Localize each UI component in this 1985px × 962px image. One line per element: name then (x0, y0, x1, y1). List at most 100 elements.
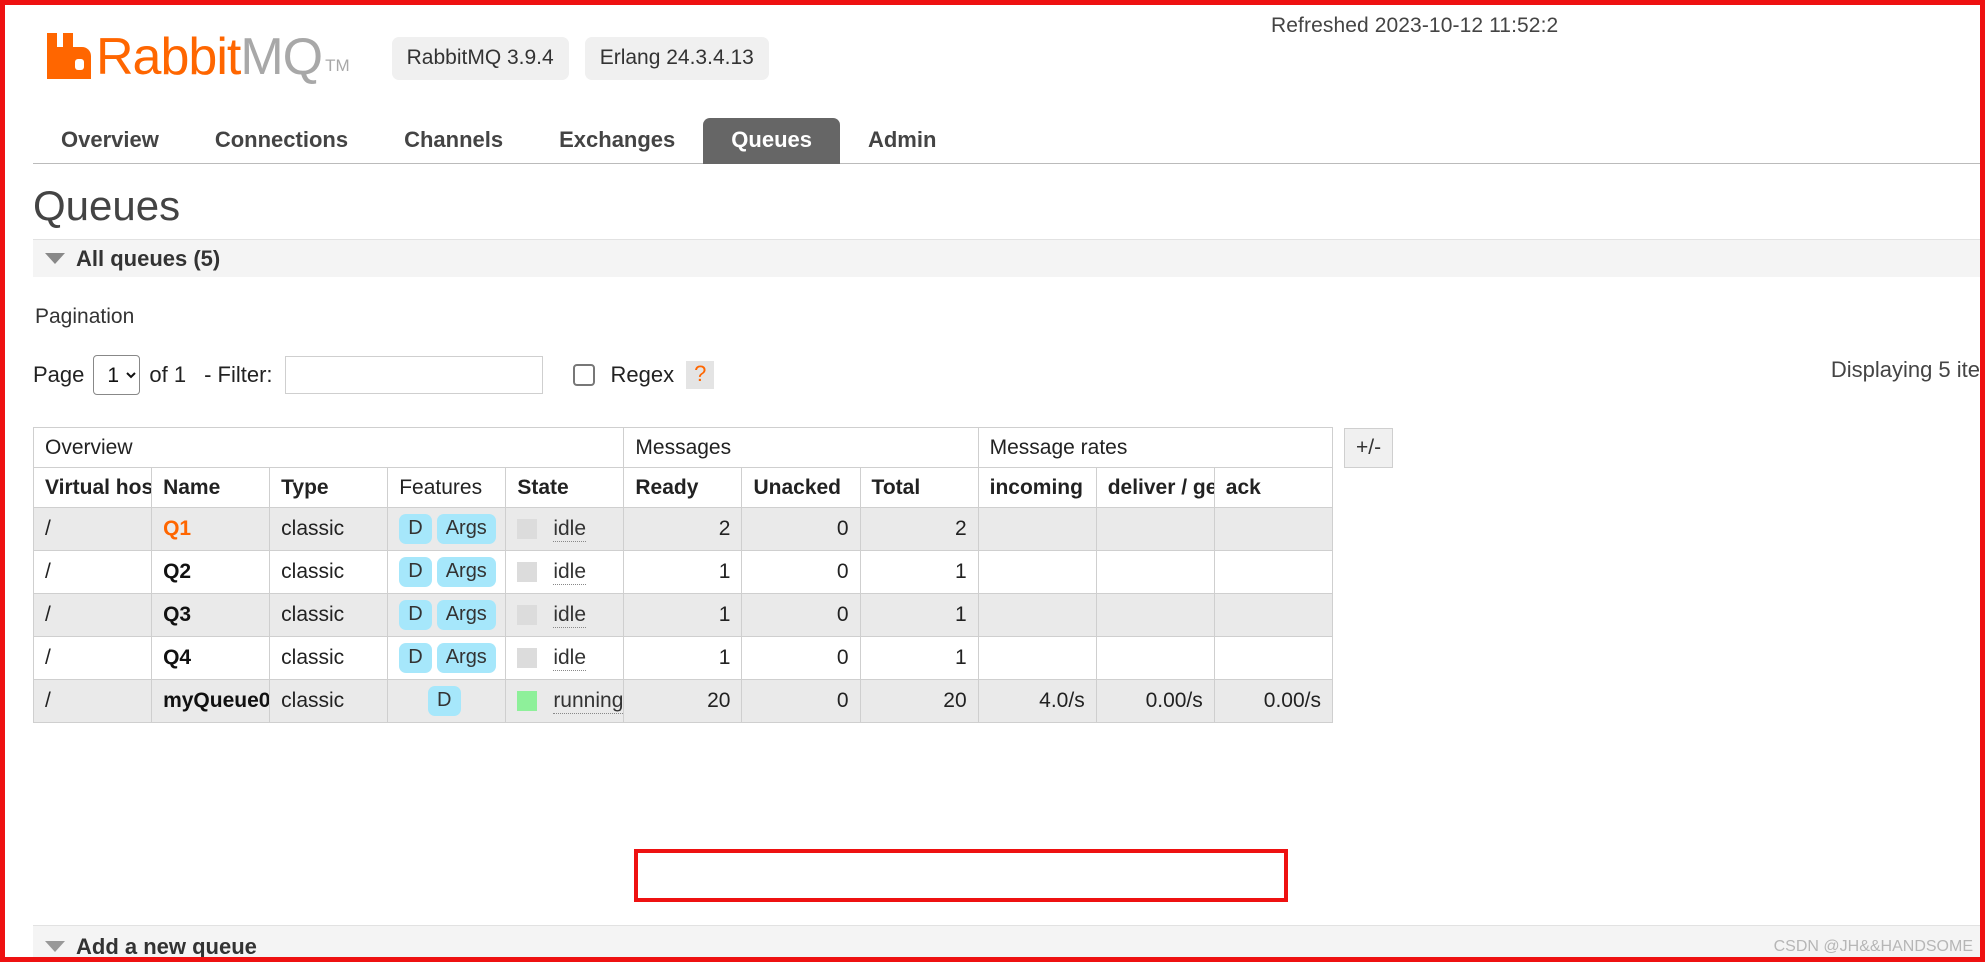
feature-badge-d[interactable]: D (428, 686, 461, 717)
regex-control[interactable]: Regex ? (572, 361, 715, 390)
cell-total: 1 (859, 593, 979, 638)
cell-ready: 1 (623, 593, 743, 638)
regex-checkbox[interactable] (572, 364, 595, 387)
column-header-state[interactable]: State (505, 467, 625, 509)
all-queues-label: All queues (5) (76, 245, 221, 271)
cell-deliver-get: 0.00/s (1095, 679, 1215, 724)
column-header-virtual-host[interactable]: Virtual host (32, 467, 153, 509)
cell-unacked: 0 (741, 679, 861, 724)
rabbitmq-version-badge: RabbitMQ 3.9.4 (391, 36, 569, 80)
cell-ready: 1 (623, 550, 743, 595)
collapse-triangle-icon (45, 253, 65, 265)
cell-type: classic (269, 550, 389, 595)
state-status-icon (517, 605, 538, 626)
table-row: / Q3 classic D Args idle 1 0 1 (32, 593, 1334, 638)
column-header-features: Features (387, 467, 507, 509)
logo-text-mq: MQ (240, 28, 323, 87)
column-header-total[interactable]: Total (859, 467, 979, 509)
table-column-header-row: Virtual host Name Type Features State Ready Un… (32, 467, 1334, 509)
column-header-type[interactable]: Type (269, 467, 389, 509)
feature-badge-args[interactable]: Args (436, 557, 496, 588)
cell-incoming (977, 507, 1097, 552)
state-status-icon (517, 519, 538, 540)
cell-ack: 0.00/s (1213, 679, 1334, 724)
column-header-ack[interactable]: ack (1213, 467, 1334, 509)
column-header-deliver-get[interactable]: deliver / get (1095, 467, 1215, 509)
feature-badge-d[interactable]: D (399, 600, 432, 631)
cell-ready: 20 (623, 679, 743, 724)
rabbitmq-logo[interactable]: Rabbit MQ TM (47, 28, 350, 87)
cell-state: idle (505, 550, 625, 595)
refreshed-timestamp: Refreshed 2023-10-12 11:52:2 (1271, 14, 1559, 37)
cell-virtual-host: / (32, 550, 153, 595)
nav-tab-channels[interactable]: Channels (376, 118, 531, 164)
cell-total: 20 (859, 679, 979, 724)
feature-badge-d[interactable]: D (399, 514, 432, 545)
all-queues-section-header[interactable]: All queues (5) (33, 239, 1980, 278)
state-status-icon (517, 691, 538, 712)
cell-ready: 2 (623, 507, 743, 552)
column-header-name[interactable]: Name (151, 467, 271, 509)
cell-features: D Args (387, 507, 507, 552)
feature-badge-args[interactable]: Args (436, 600, 496, 631)
logo-text-rabbit: Rabbit (96, 28, 241, 87)
displaying-count: Displaying 5 ite (1830, 357, 1980, 383)
nav-tab-connections[interactable]: Connections (187, 118, 376, 164)
column-toggle-button[interactable]: +/- (1344, 428, 1394, 469)
cell-deliver-get (1095, 507, 1215, 552)
filter-input[interactable] (284, 356, 543, 395)
nav-tab-exchanges[interactable]: Exchanges (531, 118, 703, 164)
cell-unacked: 0 (741, 550, 861, 595)
state-label: idle (553, 559, 587, 585)
feature-badge-args[interactable]: Args (436, 643, 496, 674)
cell-state: idle (505, 593, 625, 638)
app-header: Rabbit MQ TM RabbitMQ 3.9.4 Erlang 24.3.… (47, 27, 769, 89)
cell-virtual-host: / (32, 636, 153, 681)
state-indicator: idle (517, 560, 612, 585)
queue-name-link[interactable]: Q3 (163, 603, 191, 626)
page-select[interactable]: 1 (93, 355, 141, 396)
feature-badge-args[interactable]: Args (436, 514, 496, 545)
state-label: idle (553, 645, 587, 671)
regex-help-icon[interactable]: ? (686, 361, 715, 390)
nav-tab-overview[interactable]: Overview (33, 118, 187, 164)
pagination-heading: Pagination (35, 305, 135, 329)
cell-total: 1 (859, 636, 979, 681)
page-title: Queues (33, 182, 181, 229)
watermark: CSDN @JH&&HANDSOME (1773, 938, 1973, 955)
nav-tab-list: Overview Connections Channels Exchanges Queu… (33, 115, 1980, 164)
cell-incoming: 4.0/s (977, 679, 1097, 724)
queue-name-link[interactable]: Q2 (163, 560, 191, 583)
cell-state: idle (505, 507, 625, 552)
queues-table: Overview Messages Message rates Virtual ho… (32, 427, 1334, 724)
page-label: Page (33, 362, 85, 388)
cell-virtual-host: / (32, 507, 153, 552)
column-header-incoming[interactable]: incoming (977, 467, 1097, 509)
collapse-triangle-icon (45, 941, 65, 952)
cell-type: classic (269, 636, 389, 681)
nav-tab-admin[interactable]: Admin (840, 118, 964, 164)
cell-queue-name: Q1 (151, 507, 271, 552)
cell-queue-name: Q2 (151, 550, 271, 595)
column-header-ready[interactable]: Ready (623, 467, 743, 509)
main-content: Queues All queues (5) Pagination Page 1 … (32, 182, 1980, 724)
nav-tab-queues[interactable]: Queues (703, 118, 840, 164)
nav-tab-label: Queues (731, 127, 812, 152)
add-new-queue-section[interactable]: Add a new queue (33, 925, 1980, 957)
state-indicator: idle (517, 646, 612, 671)
state-status-icon (517, 648, 538, 669)
queue-name-link[interactable]: Q4 (163, 646, 191, 669)
queue-name-link[interactable]: myQueue01 (163, 689, 269, 712)
cell-incoming (977, 550, 1097, 595)
cell-deliver-get (1095, 636, 1215, 681)
column-header-unacked[interactable]: Unacked (741, 467, 861, 509)
feature-badge-d[interactable]: D (399, 557, 432, 588)
cell-queue-name: Q3 (151, 593, 271, 638)
state-indicator: idle (517, 603, 612, 628)
cell-deliver-get (1095, 593, 1215, 638)
filter-label: - Filter: (204, 362, 273, 388)
queue-name-link[interactable]: Q1 (163, 517, 191, 540)
screenshot-root: Refreshed 2023-10-12 11:52:2 Rabbit MQ T… (0, 0, 1985, 962)
table-row: / Q1 classic D Args idle 2 0 2 (32, 507, 1334, 552)
feature-badge-d[interactable]: D (399, 643, 432, 674)
